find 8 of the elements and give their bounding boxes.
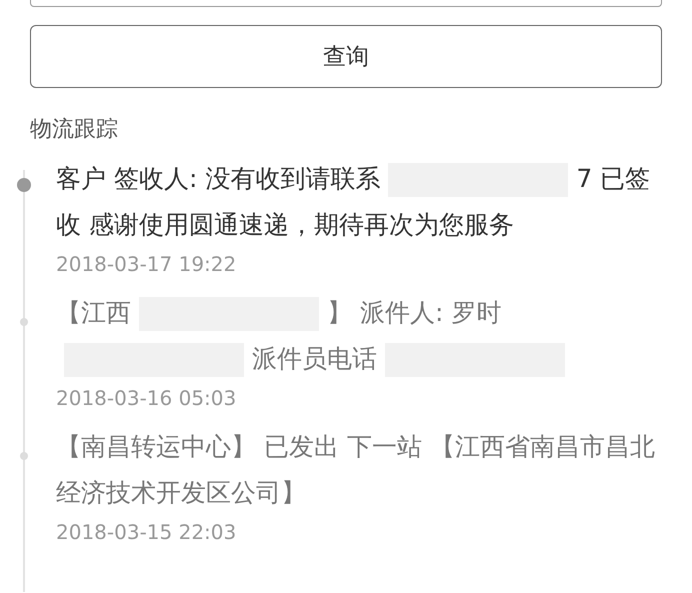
event-time: 2018-03-17 19:22	[56, 252, 238, 276]
section-title: 物流跟踪	[30, 116, 119, 144]
event-time: 2018-03-16 05:03	[56, 386, 238, 410]
event-text: 【南昌转运中心】 已发出 下一站 【江西省南昌市昌北经济技术开发区公司】	[56, 431, 656, 509]
event-time: 2018-03-15 22:03	[56, 520, 238, 544]
query-button[interactable]: 查询	[30, 25, 662, 88]
event-text: 客户 签收人: 没有收到请联系 7 已签收 感谢使用圆通速递，期待再次为您服务	[56, 162, 652, 241]
event-text: 【江西 】 派件人: 罗时 派件员电话	[56, 290, 662, 382]
